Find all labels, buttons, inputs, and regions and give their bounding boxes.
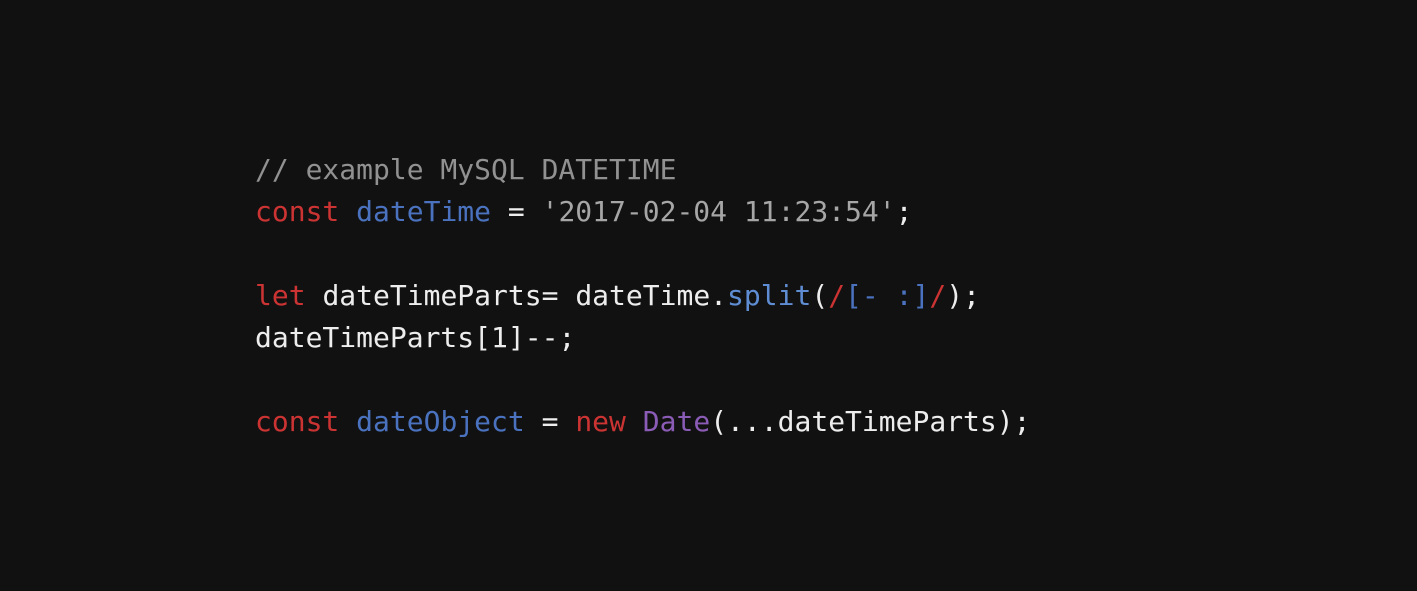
bracket-open: [	[474, 321, 491, 354]
operator-equals: =	[542, 405, 559, 438]
paren-open: (	[811, 279, 828, 312]
paren-open: (	[710, 405, 727, 438]
code-text	[558, 405, 575, 438]
keyword-const: const	[255, 405, 339, 438]
code-text	[339, 405, 356, 438]
number-literal: 1	[491, 321, 508, 354]
semicolon: ;	[1014, 405, 1031, 438]
code-block: // example MySQL DATETIME const dateTime…	[255, 149, 1031, 443]
semicolon: ;	[896, 195, 913, 228]
identifier: dateTimeParts	[322, 279, 541, 312]
bracket-close: ]	[508, 321, 525, 354]
code-text	[525, 195, 542, 228]
identifier: dateObject	[356, 405, 525, 438]
semicolon: ;	[558, 321, 575, 354]
operator-decrement: --	[525, 321, 559, 354]
operator-equals: =	[542, 279, 559, 312]
code-text	[306, 279, 323, 312]
identifier: dateTimeParts	[255, 321, 474, 354]
code-text	[558, 279, 575, 312]
keyword-const: const	[255, 195, 339, 228]
type-name: Date	[643, 405, 710, 438]
keyword-let: let	[255, 279, 306, 312]
operator-equals: =	[508, 195, 525, 228]
code-text	[491, 195, 508, 228]
identifier: dateTimeParts	[778, 405, 997, 438]
identifier: dateTime	[356, 195, 491, 228]
identifier: dateTime	[575, 279, 710, 312]
regex-char-class: [- :]	[845, 279, 929, 312]
string-literal: '2017-02-04 11:23:54'	[542, 195, 896, 228]
semicolon: ;	[963, 279, 980, 312]
code-comment: // example MySQL DATETIME	[255, 153, 676, 186]
keyword-new: new	[575, 405, 626, 438]
method-call: split	[727, 279, 811, 312]
code-text	[525, 405, 542, 438]
regex-delimiter: /	[828, 279, 845, 312]
paren-close: )	[946, 279, 963, 312]
code-text	[339, 195, 356, 228]
regex-delimiter: /	[929, 279, 946, 312]
dot-operator: .	[710, 279, 727, 312]
code-text	[626, 405, 643, 438]
spread-operator: ...	[727, 405, 778, 438]
paren-close: )	[997, 405, 1014, 438]
